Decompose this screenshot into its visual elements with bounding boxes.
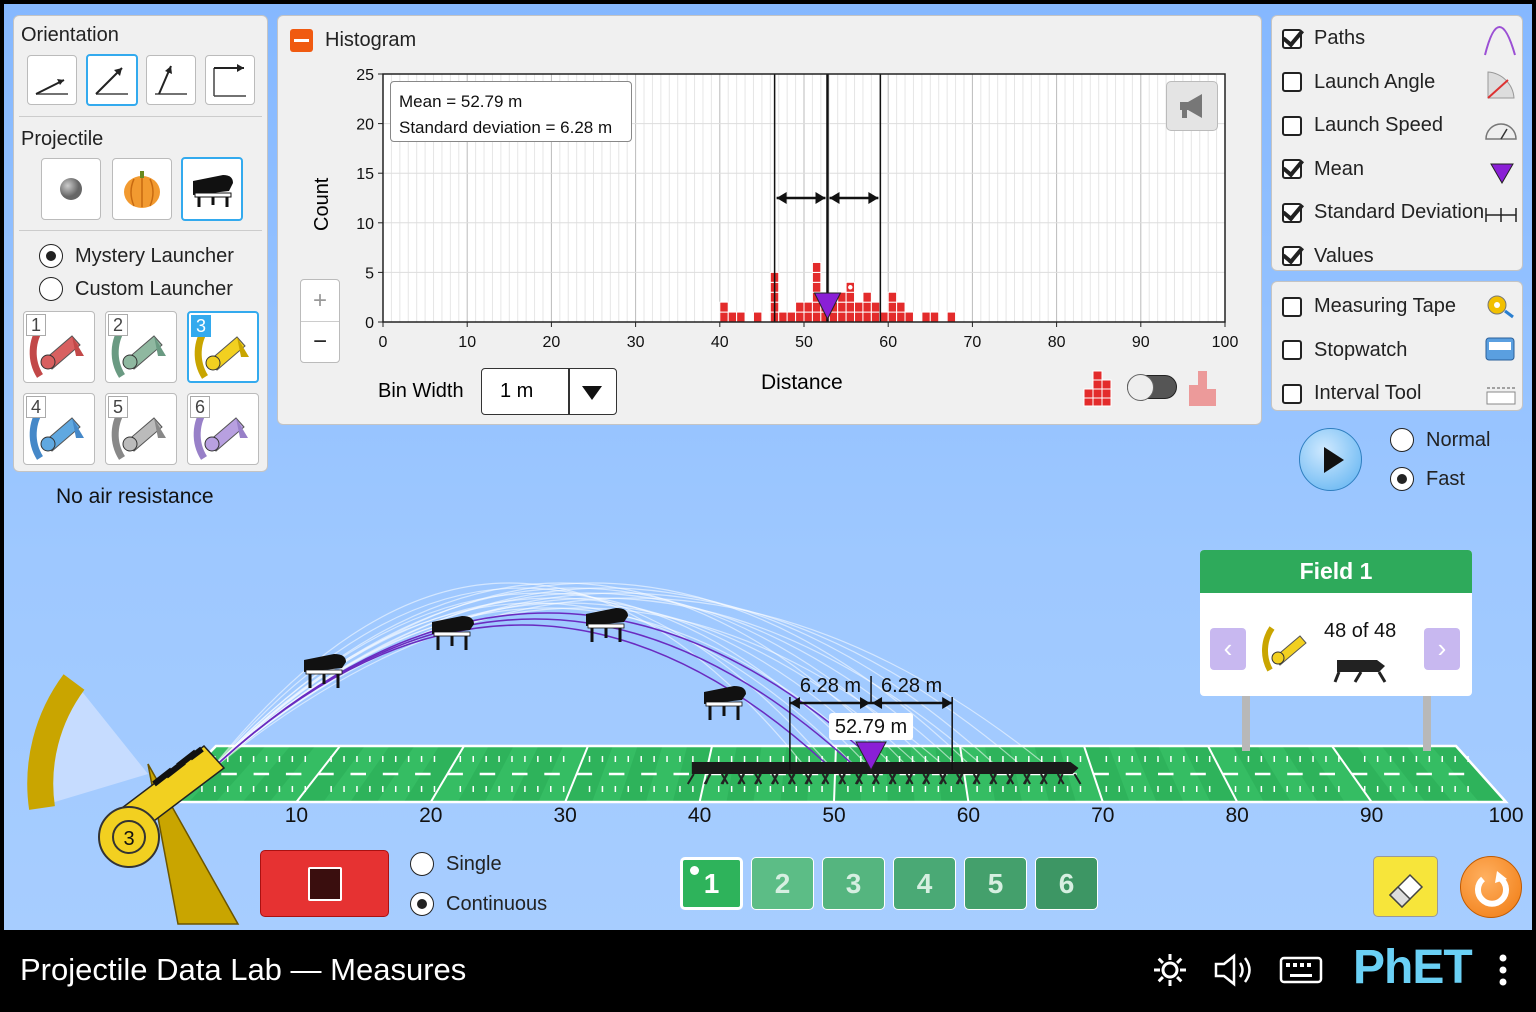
flying-piano: [304, 654, 346, 688]
field-sign-title: Field 1: [1200, 550, 1472, 593]
reset-all-button[interactable]: [1460, 856, 1522, 918]
launch-stop-button[interactable]: [260, 850, 389, 917]
eraser-button[interactable]: [1373, 856, 1438, 917]
field-tick-label: 10: [284, 804, 309, 827]
field-next-button[interactable]: ›: [1424, 628, 1460, 670]
field-1-button[interactable]: 1: [680, 857, 743, 910]
field-mean-label: 52.79 m: [835, 716, 907, 738]
phet-logo[interactable]: PhET: [1353, 940, 1473, 995]
field-std-left-label: 6.28 m: [800, 675, 861, 697]
field-4-button[interactable]: 4: [893, 857, 956, 910]
field-prev-button[interactable]: ‹: [1210, 628, 1246, 670]
field-tick-label: 50: [822, 804, 846, 827]
more-options-icon[interactable]: [1495, 950, 1511, 990]
sound-icon[interactable]: [1210, 950, 1258, 990]
trajectory-path: [208, 582, 810, 773]
flying-piano: [704, 686, 746, 720]
flying-piano: [586, 608, 628, 642]
launcher-number: 3: [123, 828, 134, 850]
sign-launcher-icon: [1261, 626, 1307, 672]
single-launch-radio-dot: [410, 852, 434, 876]
navigation-bar: Projectile Data Lab — Measures PhET: [0, 930, 1536, 1012]
stop-icon: [308, 867, 342, 901]
field-tick-label: 20: [419, 804, 443, 827]
field-5-button[interactable]: 5: [964, 857, 1027, 910]
eraser-icon: [1388, 873, 1424, 909]
sign-post-right: [1423, 696, 1431, 751]
field-tick-label: 80: [1225, 804, 1249, 827]
field-tick-label: 40: [687, 804, 712, 827]
field-3-button[interactable]: 3: [822, 857, 885, 910]
flying-piano: [432, 616, 474, 650]
single-launch-radio[interactable]: Single: [410, 852, 502, 876]
field-sign: Field 1 ‹ 48 of 48 ›: [1200, 550, 1472, 696]
continuous-launch-label: Continuous: [446, 892, 548, 915]
continuous-launch-radio[interactable]: Continuous: [410, 892, 547, 916]
field-tick-label: 90: [1359, 804, 1384, 827]
field-tick-label: 60: [956, 804, 981, 827]
field-6-button[interactable]: 6: [1035, 857, 1098, 910]
single-launch-label: Single: [446, 852, 502, 875]
field-tick-label: 100: [1488, 804, 1524, 827]
field-sign-count: 48 of 48: [1324, 620, 1397, 642]
field-2-button[interactable]: 2: [751, 857, 814, 910]
gear-icon[interactable]: [1150, 950, 1190, 990]
sim-title: Projectile Data Lab — Measures: [20, 952, 467, 987]
sign-post-left: [1242, 696, 1250, 751]
keyboard-icon[interactable]: [1278, 950, 1324, 990]
field-std-right-label: 6.28 m: [881, 675, 942, 697]
reset-icon: [1475, 871, 1509, 907]
field-tick-label: 70: [1091, 804, 1115, 827]
continuous-launch-radio-dot: [410, 892, 434, 916]
sign-piano-icon: [1333, 660, 1387, 683]
sim-area: Orientation Projectile Mystery Launcher …: [4, 4, 1532, 930]
launcher-cannon[interactable]: 3: [4, 654, 274, 930]
field-active-dot: [690, 866, 699, 875]
field-tick-label: 30: [553, 804, 577, 827]
